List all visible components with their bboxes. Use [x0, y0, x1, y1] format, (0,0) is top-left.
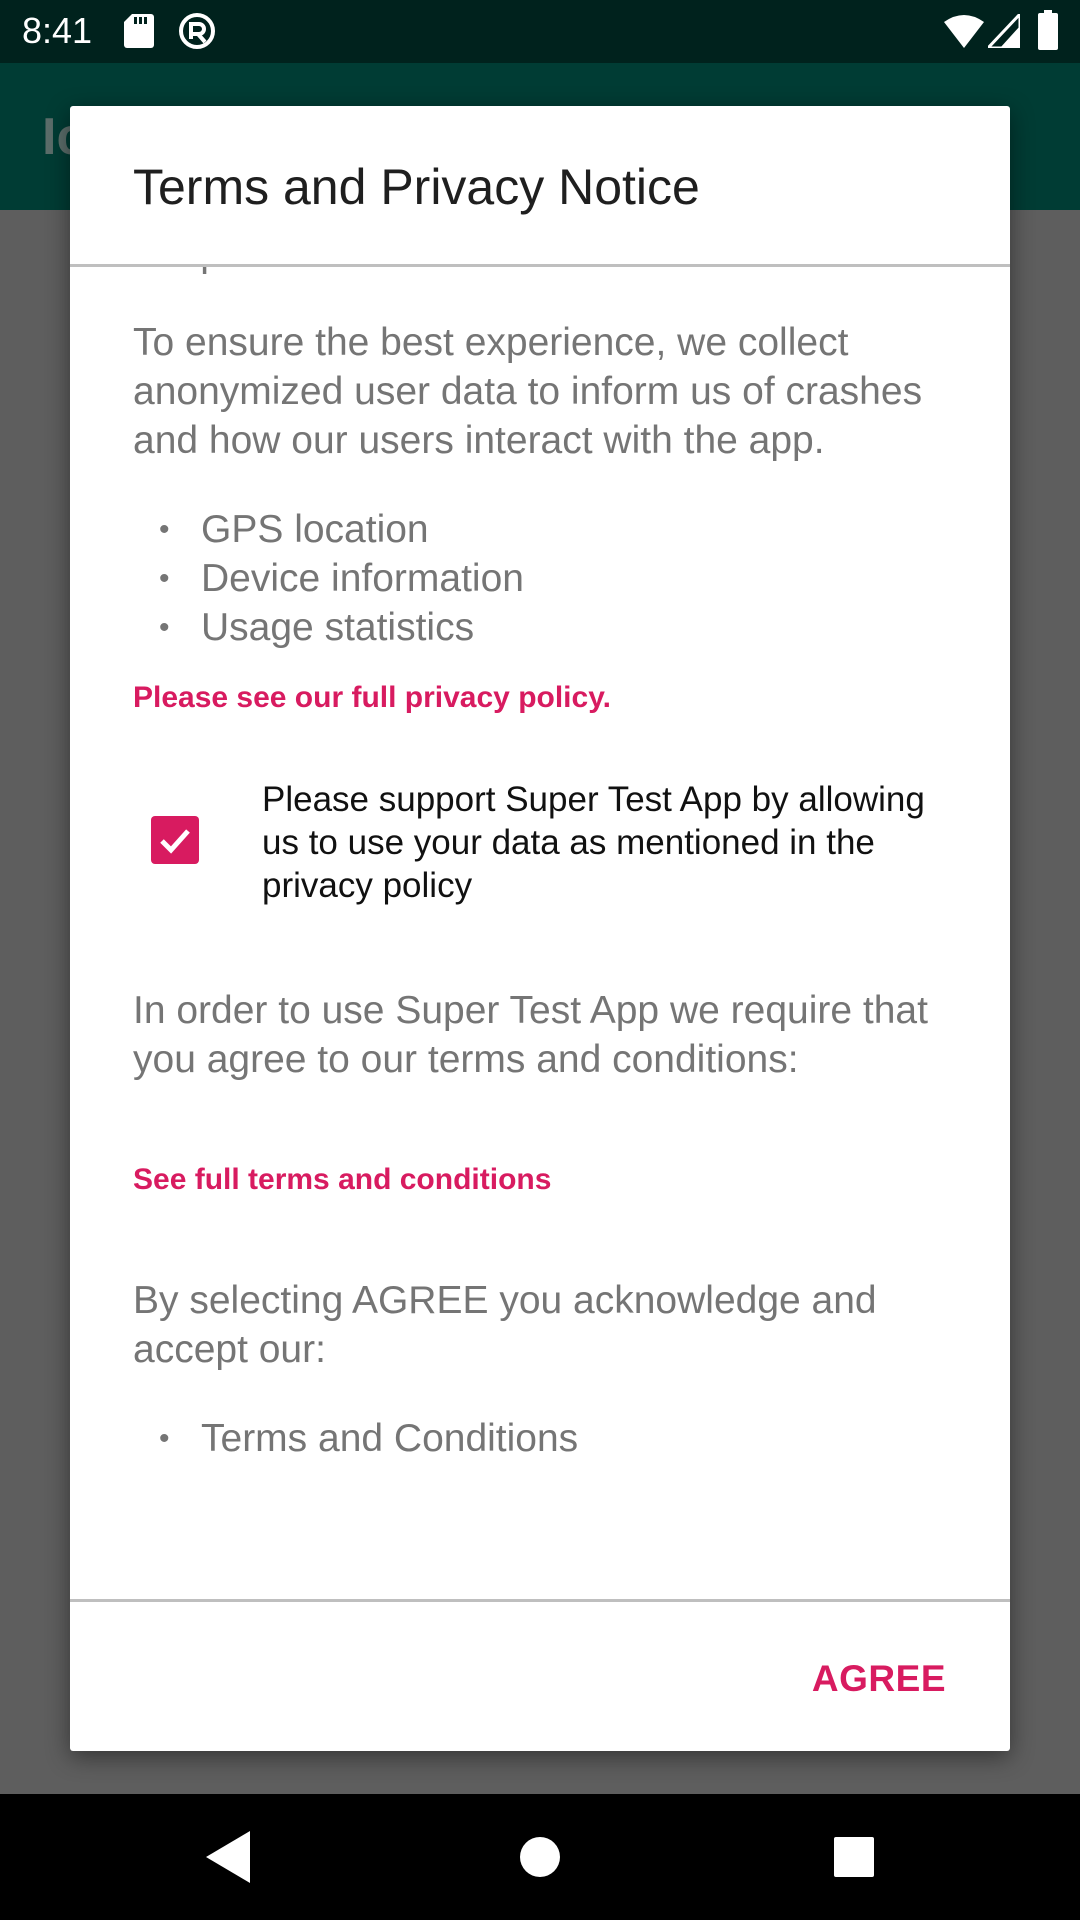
consent-row[interactable]: Please support Super Test App by allowin… [133, 778, 953, 910]
list-item-label: Device information [201, 557, 524, 600]
bullet-icon: • [159, 562, 170, 595]
home-icon[interactable] [514, 1829, 566, 1885]
list-item: • GPS location [133, 505, 953, 554]
partial-paragraph: our policies [133, 267, 953, 278]
consent-label[interactable]: Please support Super Test App by allowin… [262, 778, 952, 907]
list-item-label: GPS location [201, 508, 429, 551]
terms-paragraph: In order to use Super Test App we requir… [133, 989, 928, 1081]
checkmark-icon [160, 829, 190, 854]
battery-icon [1038, 10, 1058, 50]
back-icon[interactable] [204, 1829, 254, 1885]
wifi-icon [944, 15, 984, 48]
bullet-icon: • [159, 1422, 170, 1455]
list-item-label: Usage statistics [201, 606, 475, 649]
terms-privacy-dialog: Terms and Privacy Notice our policies To… [70, 106, 1010, 1751]
bullet-icon: • [159, 611, 170, 644]
consent-checkbox[interactable] [151, 816, 199, 864]
terms-link[interactable]: See full terms and conditions [133, 1160, 953, 1200]
status-bar: 8:41 [0, 0, 1080, 63]
list-item: • Usage statistics [133, 603, 953, 652]
status-time: 8:41 [22, 10, 93, 51]
bullet-icon: • [159, 513, 170, 546]
accept-items-list: • Terms and Conditions [133, 1414, 953, 1463]
recents-icon[interactable] [826, 1829, 882, 1885]
dialog-title: Terms and Privacy Notice [133, 159, 700, 215]
data-items-list: • GPS location • Device information • Usage… [133, 505, 953, 652]
list-item: • Terms and Conditions [133, 1414, 953, 1463]
intro-paragraph: To ensure the best experience, we collec… [133, 321, 923, 462]
signal-icon [988, 14, 1020, 48]
notification-icon [179, 13, 215, 49]
actions-divider [70, 1599, 1010, 1602]
list-item: • Device information [133, 554, 953, 603]
sdcard-icon [124, 14, 154, 48]
privacy-policy-link[interactable]: Please see our full privacy policy. [133, 678, 953, 718]
agree-button[interactable]: AGREE [804, 1650, 954, 1708]
navigation-bar [0, 1794, 1080, 1920]
list-item-label: Terms and Conditions [201, 1417, 579, 1460]
dialog-scroll-area[interactable]: our policies To ensure the best experien… [70, 267, 1010, 1599]
acknowledge-paragraph: By selecting AGREE you acknowledge and a… [133, 1279, 877, 1371]
screen: 8:41 Ic Terms and Privacy Notice To ensu… [0, 0, 1080, 1920]
dialog-content: our policies To ensure the best experien… [133, 267, 953, 1463]
